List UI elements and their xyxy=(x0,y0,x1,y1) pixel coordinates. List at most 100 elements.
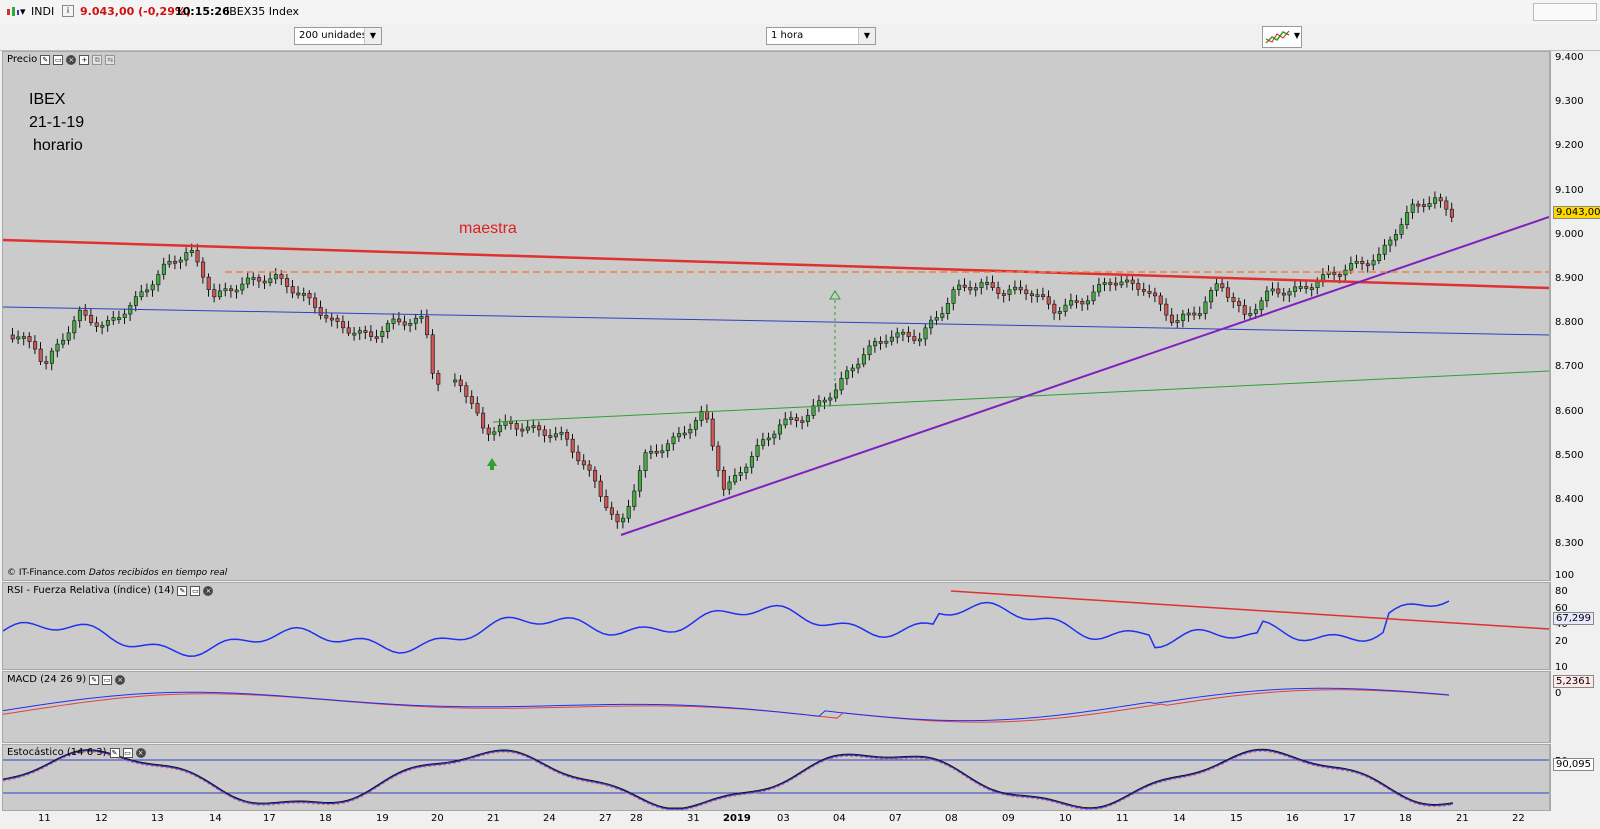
maximize-icon[interactable]: ▭ xyxy=(122,747,133,758)
candle-body xyxy=(16,336,21,340)
add-panel-icon[interactable]: + xyxy=(79,54,90,65)
candle-body xyxy=(133,296,138,306)
candle-body xyxy=(425,316,430,336)
close-icon[interactable]: × xyxy=(135,747,146,758)
candle-body xyxy=(380,331,385,338)
candle-body xyxy=(296,292,301,296)
candle-body xyxy=(1130,279,1135,284)
candle-body xyxy=(492,431,497,435)
maximize-icon[interactable]: ▭ xyxy=(102,674,113,685)
settings-wrench-icon[interactable]: ✎ xyxy=(109,747,120,758)
candle-body xyxy=(1354,260,1359,264)
candle-body xyxy=(744,466,749,473)
candle-body xyxy=(27,336,32,342)
y-tick-label: 8.700 xyxy=(1555,361,1584,373)
maestra-label: maestra xyxy=(459,220,517,237)
candle-body xyxy=(665,443,670,452)
close-icon[interactable]: × xyxy=(203,585,214,596)
y-tick-label: 8.900 xyxy=(1555,273,1584,284)
annotation-line: 21-1-19 xyxy=(29,114,85,131)
source-copyright: © IT-Finance.com xyxy=(7,568,86,578)
rsi-chart[interactable] xyxy=(3,583,1549,669)
chart-annotation: IBEX 21-1-19 horario xyxy=(29,88,84,157)
macd-line xyxy=(3,687,1450,722)
window-controls[interactable] xyxy=(1533,3,1597,21)
candle-body xyxy=(923,327,928,340)
annotation-line: IBEX xyxy=(29,91,66,108)
candle-body xyxy=(245,277,250,285)
window-titlebar: ▾ INDI i 9.043,00 (-0,29%) 10:15:26 IBEX… xyxy=(0,0,1600,25)
candle-body xyxy=(503,421,508,426)
candle-body xyxy=(150,284,155,291)
candle-body xyxy=(693,420,698,430)
x-tick-label: 17 xyxy=(263,813,276,824)
candle-body xyxy=(497,425,502,433)
candle-body xyxy=(251,277,256,280)
current-value-badge: 90,095 xyxy=(1553,758,1594,771)
candle-body xyxy=(1141,289,1146,292)
candle-body xyxy=(285,278,290,287)
y-tick-label: 20 xyxy=(1555,635,1568,647)
price-panel: Precio ✎ ▭ × + ⧉ ⇆ IBEX 21-1-19 horario … xyxy=(2,51,1550,581)
candle-body xyxy=(1018,286,1023,291)
candle-body xyxy=(1153,292,1158,297)
candle-body xyxy=(794,417,799,421)
x-tick-label: 17 xyxy=(1343,813,1356,824)
settings-wrench-icon[interactable]: ✎ xyxy=(89,674,100,685)
buy-arrow-icon xyxy=(487,458,497,466)
candle-body xyxy=(968,287,973,291)
macd-panel: MACD (24 26 9) ✎ ▭ × xyxy=(2,671,1550,743)
maximize-icon[interactable]: ▭ xyxy=(53,54,64,65)
candle-body xyxy=(307,293,312,299)
y-tick-label: 0 xyxy=(1555,688,1562,699)
candle-body xyxy=(1203,301,1208,314)
rsi-panel-header: RSI - Fuerza Relativa (índice) (14) ✎ ▭ … xyxy=(7,585,214,596)
x-tick-label: 16 xyxy=(1286,813,1299,824)
y-tick-label: 80 xyxy=(1555,586,1568,598)
x-axis: 11 12 13 14 17 18 19 20 21 24 27 28 31 2019 03 04 07 08 09… xyxy=(2,811,1550,829)
settings-wrench-icon[interactable]: ✎ xyxy=(40,54,51,65)
current-value-badge: 9.043,00 xyxy=(1553,206,1600,219)
units-select[interactable]: 200 unidades ▼ xyxy=(294,27,382,45)
x-tick-label: 04 xyxy=(833,813,846,824)
settings-wrench-icon[interactable]: ✎ xyxy=(177,585,188,596)
candle-body xyxy=(430,334,435,374)
copy-icon[interactable]: ⧉ xyxy=(92,54,103,65)
candle-body xyxy=(313,297,318,308)
candle-body xyxy=(559,431,564,435)
x-tick-label: 27 xyxy=(599,813,612,824)
interval-select[interactable]: 1 hora ▼ xyxy=(766,27,876,45)
info-icon[interactable]: i xyxy=(62,5,74,17)
close-icon[interactable]: × xyxy=(115,674,126,685)
macd-chart[interactable] xyxy=(3,672,1549,742)
candle-body xyxy=(234,289,239,293)
candle-body xyxy=(525,426,530,431)
maximize-icon[interactable]: ▭ xyxy=(190,585,201,596)
candle-body xyxy=(1449,208,1454,218)
close-icon[interactable]: × xyxy=(66,54,77,65)
candle-body xyxy=(38,348,43,362)
candle-body xyxy=(878,341,883,344)
stoch-chart[interactable] xyxy=(3,745,1549,810)
candle-body xyxy=(486,427,491,435)
candle-body xyxy=(1147,291,1152,294)
candle-body xyxy=(1405,212,1410,225)
price-chart[interactable] xyxy=(3,52,1549,580)
candle-body xyxy=(44,361,49,364)
candle-body xyxy=(805,415,810,422)
candle-body xyxy=(223,288,228,292)
candle-body xyxy=(962,284,967,288)
menu-chevron-down-icon[interactable]: ▾ xyxy=(20,5,26,18)
toolbar: 200 unidades ▼ 1 hora ▼ ▼ xyxy=(0,24,1600,51)
candle-body xyxy=(1309,287,1314,290)
candle-body xyxy=(1091,291,1096,302)
candle-body xyxy=(346,327,351,334)
candle-body xyxy=(727,481,732,490)
move-icon[interactable]: ⇆ xyxy=(105,54,116,65)
chart-type-button[interactable]: ▼ xyxy=(1262,26,1302,48)
candle-body xyxy=(419,316,424,319)
blue-trendline xyxy=(3,306,1549,336)
candle-body xyxy=(514,423,519,430)
candle-body xyxy=(94,322,99,327)
candle-body xyxy=(1371,260,1376,266)
